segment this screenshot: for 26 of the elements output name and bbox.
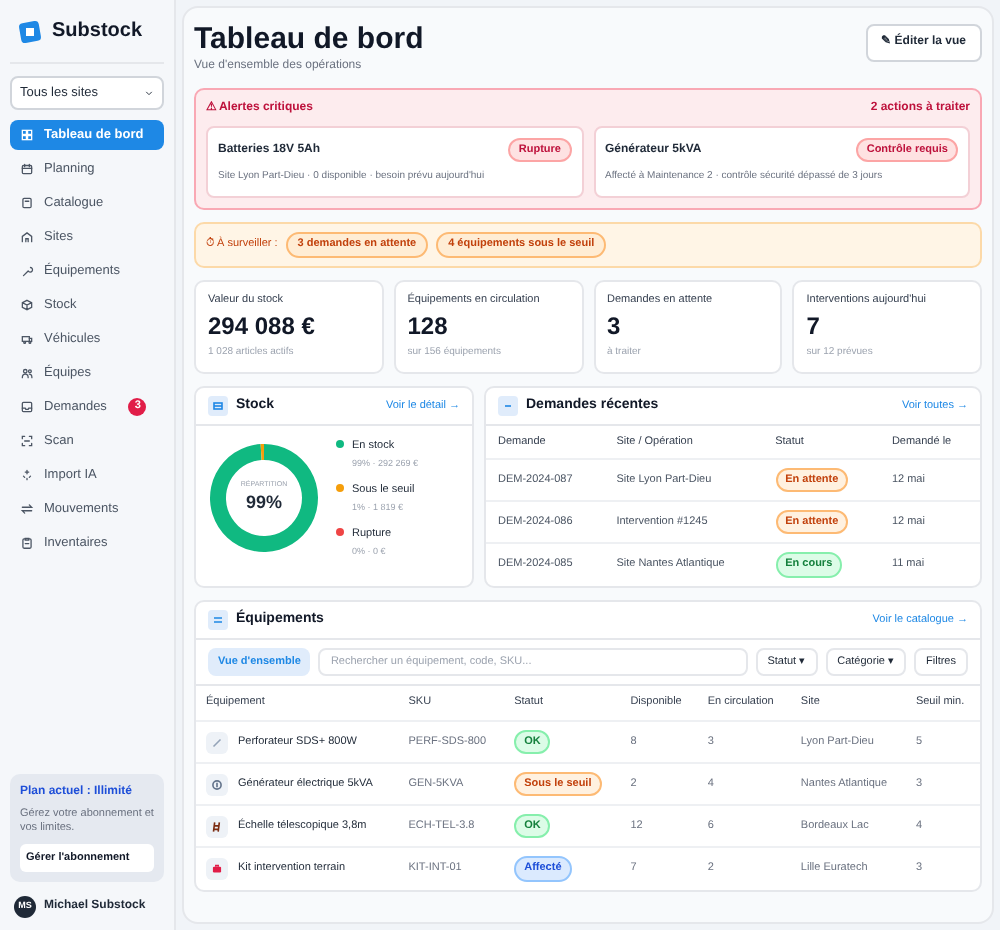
people-icon [20, 366, 34, 380]
kpi-value: 128 [407, 312, 450, 343]
box-icon [208, 395, 228, 416]
truck-icon [20, 332, 34, 346]
book-icon [20, 196, 34, 210]
donut-value: 99% [245, 490, 282, 517]
kpi-value: 7 [806, 312, 822, 343]
page-title: Tableau de bord [194, 24, 424, 54]
clipboard-icon [20, 536, 34, 550]
kpi-value: 3 [607, 312, 623, 343]
minus-icon [498, 395, 518, 416]
logo-icon [18, 19, 42, 43]
list-icon [208, 609, 228, 630]
toolbox-icon [206, 858, 228, 880]
brand-name: Substock [52, 18, 143, 46]
grid-icon [20, 128, 34, 142]
sparkle-icon [20, 468, 34, 482]
calendar-icon [20, 162, 34, 176]
ladder-icon [206, 815, 228, 838]
box-icon [20, 298, 34, 312]
inbox-icon [20, 400, 34, 414]
arrows-icon [20, 502, 34, 516]
caret-icon [144, 88, 154, 98]
house-icon [20, 230, 34, 244]
scan-icon [20, 434, 34, 448]
kpi-value: 294 088 € [208, 312, 317, 343]
